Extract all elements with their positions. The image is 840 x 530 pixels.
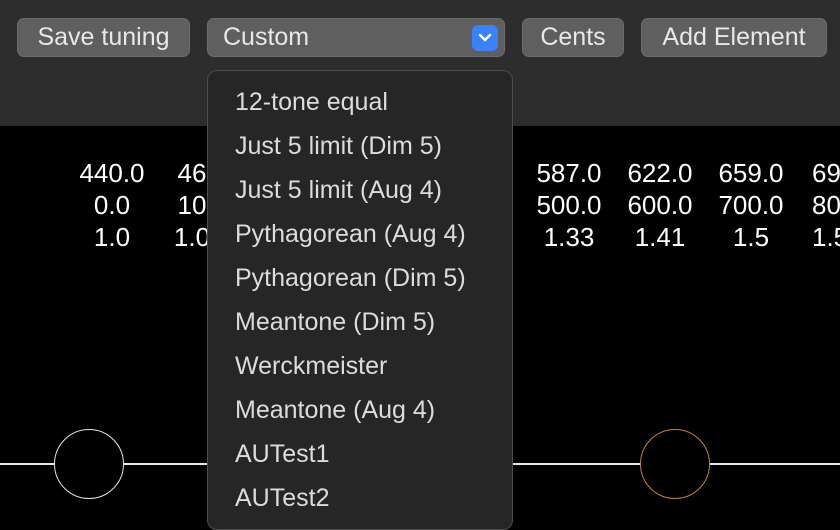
note-frequency: 587.0: [536, 158, 602, 188]
note-cents: 500.0: [536, 190, 602, 220]
note-cents: 600.0: [627, 190, 693, 220]
menu-item-tuning[interactable]: Pythagorean (Aug 4): [235, 214, 466, 254]
add-element-button[interactable]: Add Element: [641, 18, 827, 57]
note-ratio: 1.33: [543, 222, 595, 252]
note-column: 622.0 600.0 1.41: [610, 157, 710, 253]
tuning-select[interactable]: Custom: [207, 18, 505, 57]
save-tuning-button[interactable]: Save tuning: [17, 18, 190, 57]
note-column: 587.0 500.0 1.33: [519, 157, 619, 253]
menu-item-tuning[interactable]: Meantone (Dim 5): [235, 302, 435, 342]
menu-item-tuning[interactable]: Pythagorean (Dim 5): [235, 258, 466, 298]
tuning-knob[interactable]: [54, 429, 124, 499]
note-ratio: 1.5: [732, 222, 770, 252]
note-frequency: 659.0: [718, 158, 784, 188]
note-column: 69 80 1.5: [812, 157, 840, 253]
note-cents: 80: [812, 190, 840, 220]
menu-item-tuning[interactable]: AUTest1: [235, 434, 329, 474]
note-ratio: 1.5: [812, 222, 840, 252]
menu-item-tuning[interactable]: Just 5 limit (Aug 4): [235, 170, 442, 210]
tuning-select-value: Custom: [223, 23, 310, 51]
menu-item-tuning[interactable]: Just 5 limit (Dim 5): [235, 126, 442, 166]
note-ratio: 1.41: [634, 222, 686, 252]
tuning-knob-selected[interactable]: [640, 429, 710, 499]
menu-item-tuning[interactable]: Werckmeister: [235, 346, 387, 386]
cents-button[interactable]: Cents: [522, 18, 624, 57]
menu-item-tuning[interactable]: AUTest2: [235, 478, 329, 518]
note-column: 659.0 700.0 1.5: [701, 157, 801, 253]
tuning-menu: 12-tone equal Just 5 limit (Dim 5) Just …: [207, 70, 513, 530]
menu-item-tuning[interactable]: 12-tone equal: [235, 82, 388, 122]
note-frequency: 622.0: [627, 158, 693, 188]
chevron-down-icon: [472, 25, 498, 51]
note-cents: 700.0: [718, 190, 784, 220]
note-frequency: 69: [812, 158, 840, 188]
menu-item-tuning[interactable]: Meantone (Aug 4): [235, 390, 435, 430]
